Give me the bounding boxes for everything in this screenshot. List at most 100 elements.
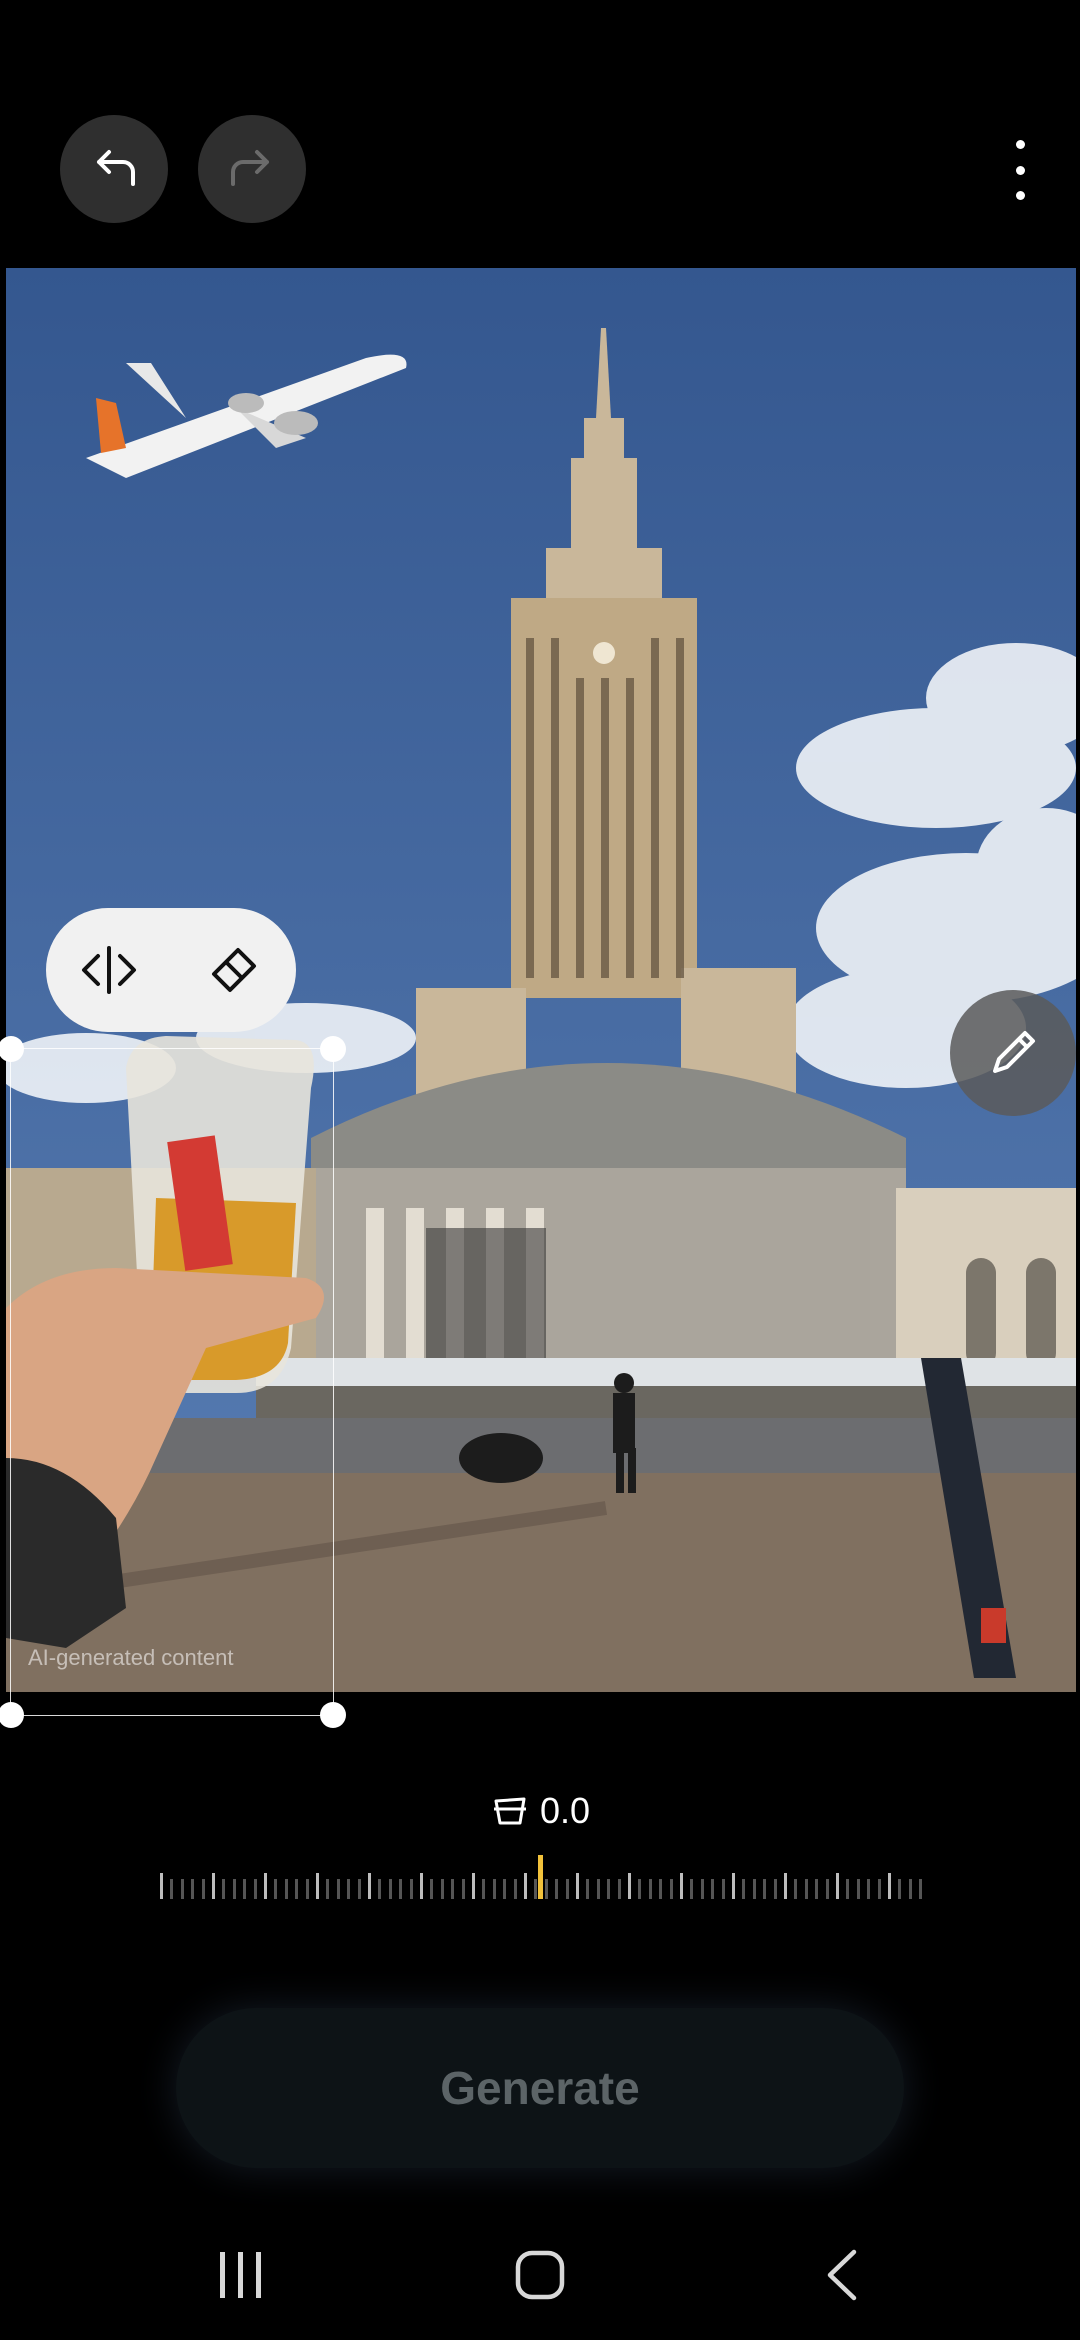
- slider-tick: [326, 1879, 330, 1899]
- slider-tick: [794, 1879, 798, 1899]
- slider-tick: [191, 1879, 195, 1899]
- slider-tick: [544, 1879, 548, 1899]
- more-vertical-icon: [1015, 140, 1025, 149]
- slider-tick: [472, 1873, 475, 1899]
- slider-tick: [669, 1879, 673, 1899]
- slider-tick: [503, 1879, 507, 1899]
- slider-tick: [461, 1879, 465, 1899]
- slider-tick: [316, 1873, 319, 1899]
- nav-recents-button[interactable]: [210, 2245, 270, 2305]
- slider-tick: [524, 1873, 527, 1899]
- slider-tick: [264, 1873, 267, 1899]
- slider-tick: [711, 1879, 715, 1899]
- slider-tick: [773, 1879, 777, 1899]
- flip-button[interactable]: [64, 925, 154, 1015]
- slider-tick: [347, 1879, 351, 1899]
- undo-button[interactable]: [60, 115, 168, 223]
- slider-tick: [212, 1873, 215, 1899]
- slider-tick: [576, 1873, 579, 1899]
- slider-tick: [232, 1879, 236, 1899]
- slider-tick: [752, 1879, 756, 1899]
- slider-tick: [565, 1879, 569, 1899]
- ai-generated-watermark: AI-generated content: [28, 1645, 234, 1670]
- slider-tick: [222, 1879, 226, 1899]
- slider-tick: [784, 1873, 787, 1899]
- generate-button[interactable]: Generate: [176, 2008, 904, 2168]
- slider-tick: [253, 1879, 257, 1899]
- flip-horizontal-icon: [81, 946, 136, 994]
- undo-icon: [97, 150, 135, 186]
- slider-tick: [284, 1879, 288, 1899]
- slider-tick: [648, 1879, 652, 1899]
- selection-box[interactable]: [0, 1036, 346, 1728]
- slider-tick: [440, 1879, 444, 1899]
- pencil-icon: [993, 1031, 1035, 1073]
- home-icon: [515, 2250, 565, 2300]
- slider-tick: [628, 1873, 631, 1899]
- slider-tick: [482, 1879, 486, 1899]
- slider-tick: [399, 1879, 403, 1899]
- redo-icon: [231, 150, 269, 186]
- slider-tick: [513, 1879, 517, 1899]
- slider-tick: [357, 1879, 361, 1899]
- slider-tick: [919, 1879, 923, 1899]
- slider-tick: [908, 1879, 912, 1899]
- slider-tick: [555, 1879, 559, 1899]
- slider-tick: [420, 1873, 423, 1899]
- nav-home-button[interactable]: [512, 2245, 568, 2305]
- slider-tick: [305, 1879, 309, 1899]
- slider-tick: [732, 1873, 735, 1899]
- redo-button[interactable]: [198, 115, 306, 223]
- resize-handle-top-left[interactable]: [0, 1036, 24, 1062]
- slider-tick: [295, 1879, 299, 1899]
- erase-button[interactable]: [189, 925, 279, 1015]
- slider-tick: [690, 1879, 694, 1899]
- back-icon: [827, 2249, 857, 2301]
- resize-handle-bottom-right[interactable]: [320, 1702, 346, 1728]
- slider-tick: [388, 1879, 392, 1899]
- slider-tick: [763, 1879, 767, 1899]
- slider-tick: [596, 1879, 600, 1899]
- slider-tick: [180, 1879, 184, 1899]
- slider-tick: [170, 1879, 174, 1899]
- recents-icon: [219, 2252, 225, 2298]
- slider-tick: [836, 1873, 839, 1899]
- slider-tick: [617, 1879, 621, 1899]
- slider-tick: [815, 1879, 819, 1899]
- resize-handle-bottom-left[interactable]: [0, 1702, 24, 1728]
- slider-tick: [700, 1879, 704, 1899]
- slider-tick: [856, 1879, 860, 1899]
- slider-tick: [492, 1879, 496, 1899]
- slider-tick: [804, 1879, 808, 1899]
- slider-tick: [243, 1879, 247, 1899]
- resize-handle-top-right[interactable]: [320, 1036, 346, 1062]
- slider-tick: [201, 1879, 205, 1899]
- more-options-button[interactable]: [998, 140, 1042, 200]
- slider-tick: [680, 1873, 683, 1899]
- nav-back-button[interactable]: [820, 2245, 864, 2305]
- slider-tick: [336, 1879, 340, 1899]
- slider-tick: [825, 1879, 829, 1899]
- slider-tick: [721, 1879, 725, 1899]
- slider-tick: [898, 1879, 902, 1899]
- slider-tick: [534, 1879, 538, 1899]
- object-toolbar: [46, 908, 296, 1032]
- slider-indicator: [538, 1855, 543, 1899]
- eraser-icon: [211, 948, 256, 992]
- slider-tick: [867, 1879, 871, 1899]
- slider-tick: [409, 1879, 413, 1899]
- slider-tick: [430, 1879, 434, 1899]
- slider-tick: [638, 1879, 642, 1899]
- slider-tick: [888, 1873, 891, 1899]
- slider-tick: [274, 1879, 278, 1899]
- slider-tick: [451, 1879, 455, 1899]
- edit-button[interactable]: [950, 990, 1076, 1116]
- slider-tick: [607, 1879, 611, 1899]
- slider-tick: [846, 1879, 850, 1899]
- slider-tick: [378, 1879, 382, 1899]
- perspective-value: 0.0: [540, 1790, 591, 1831]
- adjust-slider[interactable]: [160, 1855, 923, 1899]
- perspective-readout: 0.0: [490, 1790, 590, 1832]
- slider-tick: [368, 1873, 371, 1899]
- slider-tick: [586, 1879, 590, 1899]
